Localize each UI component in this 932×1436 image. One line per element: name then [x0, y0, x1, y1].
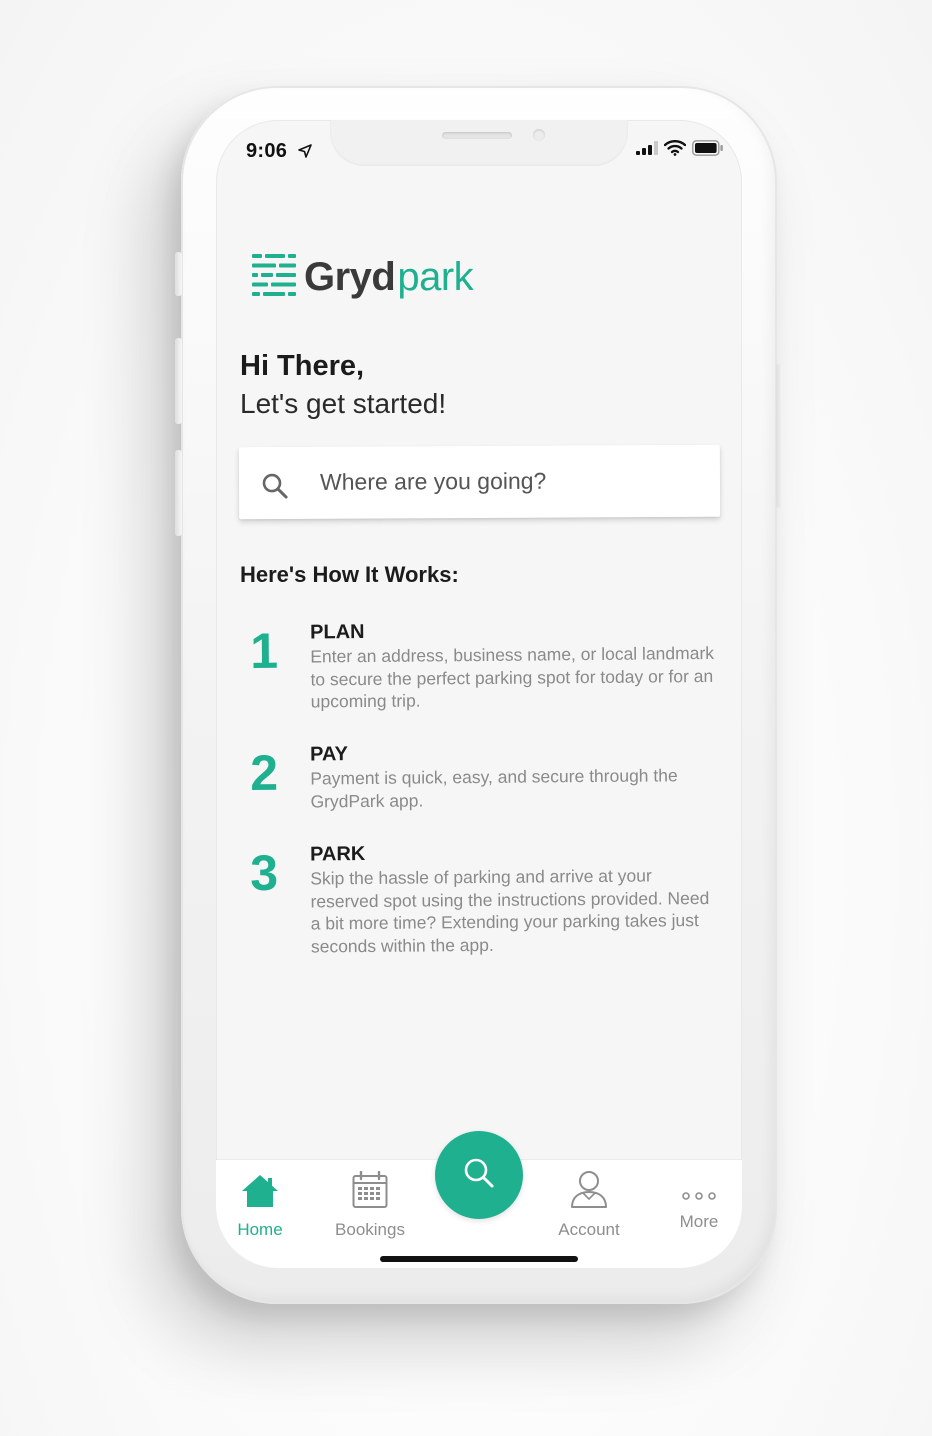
- calendar-icon: [352, 1170, 388, 1214]
- speaker: [442, 132, 512, 139]
- step-park: 3 PARK Skip the hassle of parking and ar…: [240, 840, 720, 956]
- tab-bookings[interactable]: Bookings: [320, 1170, 420, 1240]
- status-time: 9:06: [246, 140, 288, 162]
- greeting-title: Hi There,: [240, 350, 365, 382]
- search-icon: [261, 472, 289, 505]
- notch: [330, 120, 628, 166]
- how-it-works-title: Here's How It Works:: [240, 562, 459, 587]
- app-screen: 9:06 Grydpark Hi There, Let's get starte…: [216, 120, 742, 1268]
- more-dots-icon: [681, 1188, 717, 1206]
- search-icon: [462, 1156, 496, 1195]
- tab-label: Account: [558, 1220, 620, 1239]
- tab-label: Home: [237, 1220, 283, 1239]
- step-plan: 1 PLAN Enter an address, business name, …: [240, 618, 720, 711]
- background: 9:06 Grydpark Hi There, Let's get starte…: [0, 0, 932, 1436]
- logo-word-gryd: Gryd: [304, 255, 396, 299]
- home-indicator[interactable]: [380, 1256, 578, 1262]
- location-arrow-icon: [298, 144, 312, 163]
- logo-word-park: park: [397, 255, 474, 299]
- home-icon: [240, 1173, 280, 1214]
- step-number: 3: [250, 844, 279, 902]
- status-icons: [636, 139, 724, 161]
- logo-mark-icon: [252, 254, 296, 301]
- tab-home[interactable]: Home: [216, 1170, 310, 1240]
- tab-more[interactable]: More: [649, 1170, 742, 1232]
- tab-account[interactable]: Account: [539, 1170, 639, 1240]
- step-heading: PARK: [310, 843, 366, 866]
- power-button: [776, 364, 783, 508]
- destination-search-input[interactable]: Where are you going?: [238, 444, 721, 520]
- user-icon: [569, 1169, 609, 1214]
- step-description: Payment is quick, easy, and secure throu…: [310, 765, 678, 811]
- step-description: Enter an address, business name, or loca…: [310, 642, 715, 712]
- brand-logo: Grydpark: [252, 254, 474, 301]
- step-pay: 2 PAY Payment is quick, easy, and secure…: [240, 740, 720, 811]
- tab-label: More: [679, 1212, 719, 1231]
- step-number: 1: [250, 622, 279, 680]
- wifi-icon: [663, 139, 687, 161]
- greeting-subtitle: Let's get started!: [240, 388, 447, 419]
- battery-icon: [692, 139, 724, 161]
- step-number: 2: [250, 744, 279, 802]
- step-heading: PAY: [310, 743, 349, 766]
- volume-up-button: [175, 338, 182, 424]
- volume-down-button: [175, 450, 182, 536]
- silent-switch: [175, 252, 182, 296]
- step-heading: PLAN: [310, 621, 365, 644]
- search-placeholder: Where are you going?: [319, 467, 547, 495]
- signal-icon: [636, 140, 658, 160]
- search-parking-button[interactable]: [435, 1131, 523, 1219]
- front-camera: [533, 129, 545, 141]
- step-description: Skip the hassle of parking and arrive at…: [310, 865, 710, 956]
- tab-label: Bookings: [335, 1220, 405, 1239]
